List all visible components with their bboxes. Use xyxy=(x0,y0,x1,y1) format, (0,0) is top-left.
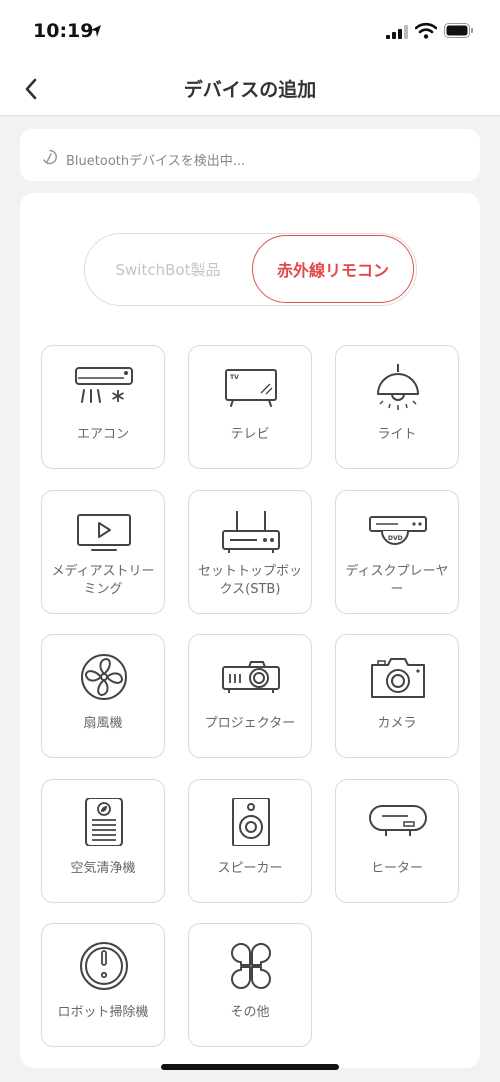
light-icon xyxy=(377,364,419,410)
device-tile-others[interactable]: その他 xyxy=(188,923,312,1047)
device-tile-fan[interactable]: 扇風機 xyxy=(41,634,165,758)
status-bar: 10:19 xyxy=(0,0,500,62)
tv-icon: TV xyxy=(225,369,277,407)
page-title: デバイスの追加 xyxy=(183,79,317,101)
robot-vacuum-icon xyxy=(80,942,128,990)
device-tile-projector[interactable]: プロジェクター xyxy=(188,634,312,758)
device-label: プロジェクター xyxy=(204,716,296,731)
bluetooth-scan-card: Bluetoothデバイスを検出中... xyxy=(20,129,480,181)
device-tile-set-top-box[interactable]: セットトップボックス(STB) xyxy=(188,490,312,614)
air-purifier-icon xyxy=(85,798,123,846)
heater-icon xyxy=(369,805,427,836)
wifi-icon xyxy=(414,22,438,43)
device-tile-tv[interactable]: TV テレビ xyxy=(188,345,312,469)
fan-icon xyxy=(81,654,127,700)
device-tile-light[interactable]: ライト xyxy=(335,345,459,469)
media-streaming-icon xyxy=(77,514,131,551)
device-label: ロボット掃除機 xyxy=(57,1005,149,1020)
device-label: スピーカー xyxy=(217,861,283,876)
device-label: メディアストリーミング xyxy=(51,564,155,597)
home-indicator[interactable] xyxy=(161,1064,339,1070)
device-tile-air-conditioner[interactable]: エアコン xyxy=(41,345,165,469)
status-time: 10:19 xyxy=(33,20,94,42)
device-label: カメラ xyxy=(377,716,417,731)
others-icon xyxy=(231,943,271,989)
device-label: 扇風機 xyxy=(83,716,123,731)
speaker-icon xyxy=(232,798,270,846)
device-tile-camera[interactable]: カメラ xyxy=(335,634,459,758)
camera-icon xyxy=(371,658,425,698)
svg-text:TV: TV xyxy=(230,374,239,381)
device-tile-speaker[interactable]: スピーカー xyxy=(188,779,312,903)
tab-ir-remote[interactable]: 赤外線リモコン xyxy=(252,235,414,303)
disc-player-icon: DVD xyxy=(369,516,427,545)
device-label: ディスクプレーヤー xyxy=(345,564,449,597)
device-label: ライト xyxy=(377,427,417,442)
air-conditioner-icon xyxy=(75,367,133,403)
device-tile-disc-player[interactable]: DVD ディスクプレーヤー xyxy=(335,490,459,614)
device-category-card: SwitchBot製品 赤外線リモコン エアコン TV テレビ ライト メディア… xyxy=(20,193,480,1068)
device-label: セットトップボックス(STB) xyxy=(197,564,302,597)
device-tile-air-purifier[interactable]: 空気清浄機 xyxy=(41,779,165,903)
device-label: テレビ xyxy=(230,427,270,442)
device-tile-heater[interactable]: ヒーター xyxy=(335,779,459,903)
scan-status-text: Bluetoothデバイスを検出中... xyxy=(66,154,246,169)
tab-switchbot-products[interactable]: SwitchBot製品 xyxy=(85,234,251,304)
product-type-segmented-control: SwitchBot製品 赤外線リモコン xyxy=(84,233,417,306)
device-label: ヒーター xyxy=(370,861,423,876)
device-tile-media-streaming[interactable]: メディアストリーミング xyxy=(41,490,165,614)
svg-text:DVD: DVD xyxy=(388,535,403,542)
device-label: その他 xyxy=(230,1005,270,1020)
set-top-box-icon xyxy=(222,511,280,553)
battery-icon xyxy=(444,23,474,42)
device-label: 空気清浄機 xyxy=(70,861,136,876)
loading-spinner-icon xyxy=(42,149,58,169)
cellular-signal-icon xyxy=(386,24,408,43)
navigation-bar: デバイスの追加 xyxy=(0,62,500,116)
location-arrow-icon xyxy=(90,23,102,42)
device-label: エアコン xyxy=(76,427,129,442)
device-tile-robot-vacuum[interactable]: ロボット掃除機 xyxy=(41,923,165,1047)
projector-icon xyxy=(222,661,280,693)
